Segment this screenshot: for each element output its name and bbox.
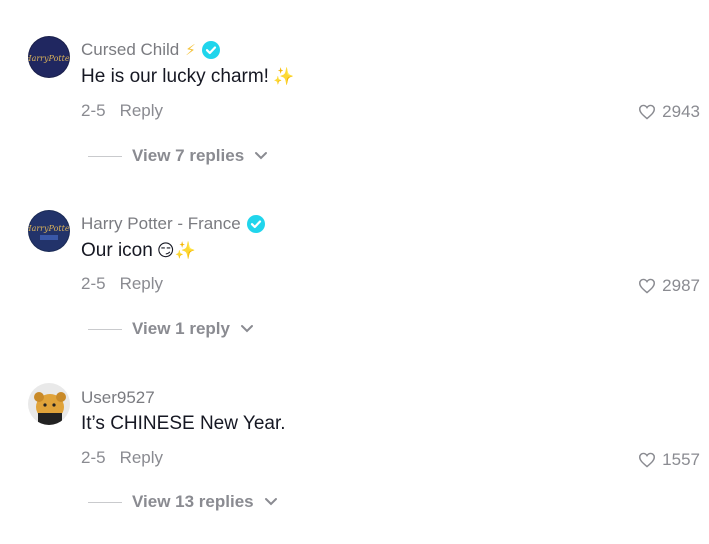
like-button[interactable]: 1557 xyxy=(638,449,700,471)
username-row: User9527 xyxy=(81,387,155,409)
avatar[interactable]: HarryPotter xyxy=(28,210,70,252)
reply-button[interactable]: Reply xyxy=(120,274,163,294)
username[interactable]: Harry Potter - France xyxy=(81,214,241,234)
chevron-down-icon xyxy=(240,325,253,333)
view-replies-button[interactable]: View 1 reply xyxy=(88,318,254,340)
username[interactable]: User9527 xyxy=(81,388,155,408)
divider-line xyxy=(88,328,122,330)
avatar[interactable] xyxy=(28,383,70,425)
like-count: 2987 xyxy=(662,276,700,295)
like-count: 1557 xyxy=(662,450,700,469)
reply-button[interactable]: Reply xyxy=(120,448,163,468)
svg-text:HarryPotter: HarryPotter xyxy=(28,224,70,233)
comment-meta: 2-5 Reply xyxy=(81,273,163,295)
heart-icon xyxy=(639,278,656,294)
view-replies-label: View 1 reply xyxy=(132,319,230,338)
comment-item: User9527 It’s CHINESE New Year. 2-5 Repl… xyxy=(0,0,709,511)
comment-meta: 2-5 Reply xyxy=(81,447,163,469)
comment-date: 2-5 xyxy=(81,274,106,293)
comment-text: Our icon xyxy=(81,240,153,261)
smirk-sparkles-emoji: 😏✨ xyxy=(156,240,196,261)
like-button[interactable]: 2987 xyxy=(638,275,700,297)
verified-badge-icon xyxy=(246,215,265,233)
view-replies-label: View 13 replies xyxy=(132,492,254,511)
comment-text-row: It’s CHINESE New Year. xyxy=(81,411,286,437)
view-replies-button[interactable]: View 13 replies xyxy=(88,491,278,513)
username-row: Harry Potter - France xyxy=(81,213,265,235)
divider-line xyxy=(88,501,122,503)
heart-icon xyxy=(639,452,656,468)
comment-date: 2-5 xyxy=(81,448,106,467)
comment-text: It’s CHINESE New Year. xyxy=(81,413,286,434)
comment-text-row: Our icon 😏✨ xyxy=(81,238,196,264)
chevron-down-icon xyxy=(264,498,277,506)
